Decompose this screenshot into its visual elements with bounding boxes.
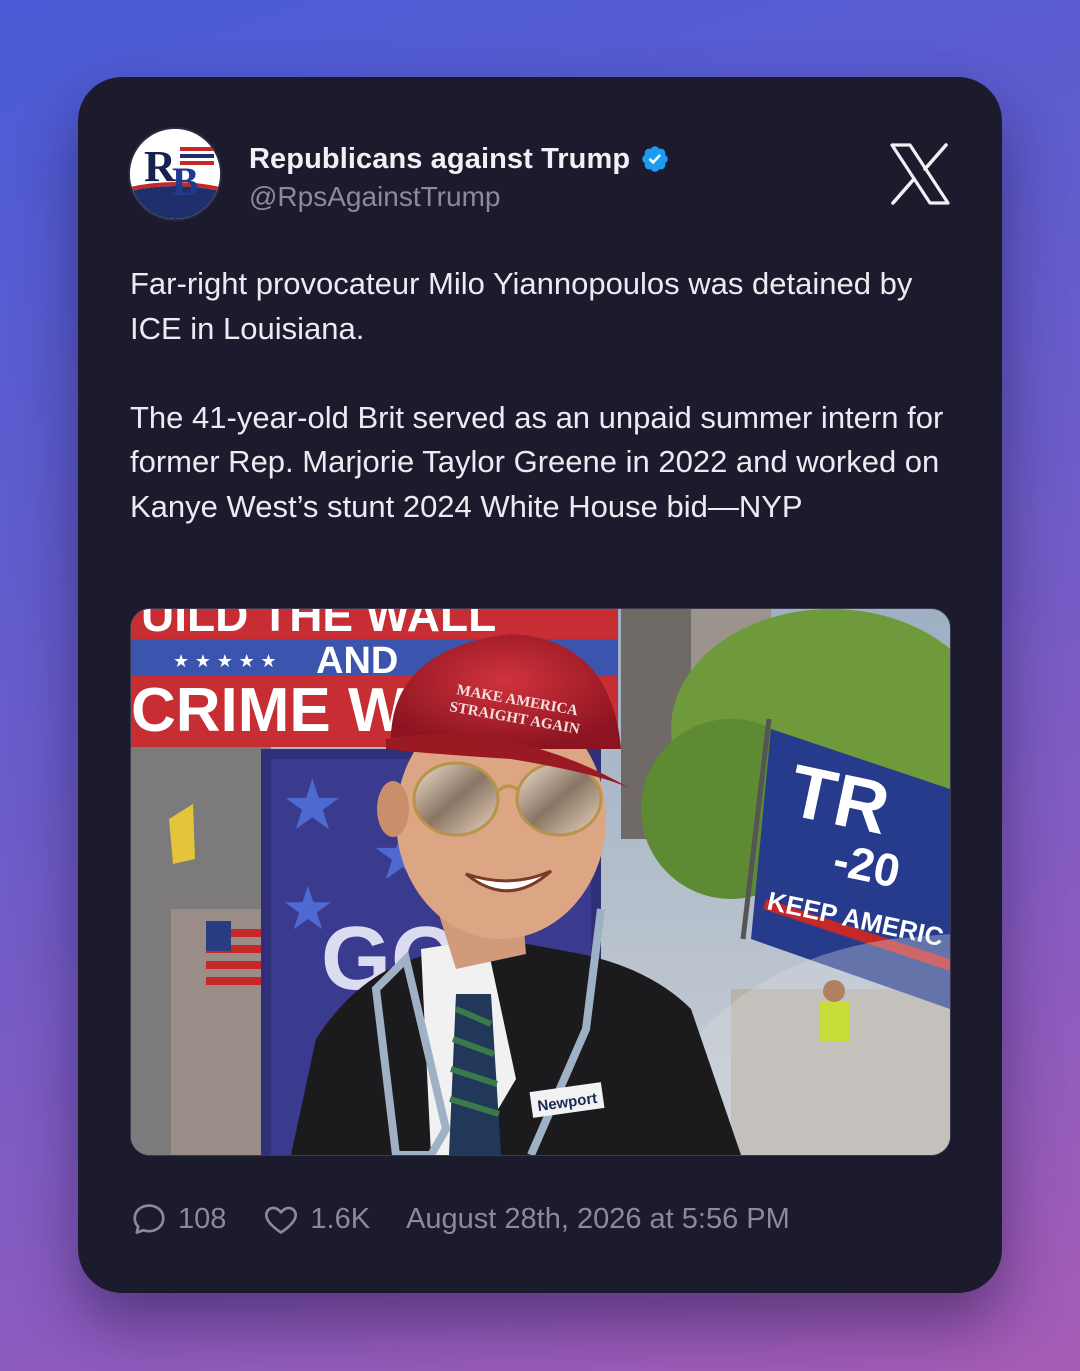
tweet-card: R B Republicans against Trump @RpsAgains… <box>78 77 1002 1293</box>
account-name[interactable]: Republicans against Trump <box>249 143 630 176</box>
tweet-paragraph-2: The 41-year-old Brit served as an unpaid… <box>130 399 944 524</box>
reply-count: 108 <box>178 1202 227 1235</box>
tweet-text: Far-right provocateur Milo Yiannopoulos … <box>130 262 960 529</box>
tweet-footer: 108 1.6K August 28th, 2026 at 5:56 PM <box>130 1195 790 1243</box>
banner-top-text: UILD THE WALL <box>141 609 496 641</box>
banner-bottom-text: CRIME WI <box>131 676 424 745</box>
tweet-timestamp[interactable]: August 28th, 2026 at 5:56 PM <box>406 1203 790 1236</box>
account-name-row: Republicans against Trump <box>249 139 670 179</box>
tweet-photo[interactable]: UILD THE WALL ★ ★ ★ ★ ★ AND CRIME WI ★ ★… <box>130 608 951 1156</box>
reply-stat[interactable]: 108 <box>130 1200 226 1238</box>
avatar-b-letter: B <box>172 159 199 204</box>
banner-stars: ★ ★ ★ ★ ★ <box>173 651 277 672</box>
sign-star: ★ <box>281 764 344 846</box>
like-stat[interactable]: 1.6K <box>262 1200 370 1238</box>
like-count: 1.6K <box>310 1202 371 1235</box>
verified-badge-icon <box>640 144 670 174</box>
reply-icon <box>133 1204 165 1234</box>
tweet-paragraph-1: Far-right provocateur Milo Yiannopoulos … <box>130 266 913 346</box>
avatar[interactable]: R B <box>130 129 220 219</box>
rb-logo-avatar: R B <box>130 129 220 219</box>
heart-icon <box>265 1206 298 1234</box>
account-handle[interactable]: @RpsAgainstTrump <box>249 181 500 213</box>
x-logo-icon[interactable] <box>890 143 950 205</box>
